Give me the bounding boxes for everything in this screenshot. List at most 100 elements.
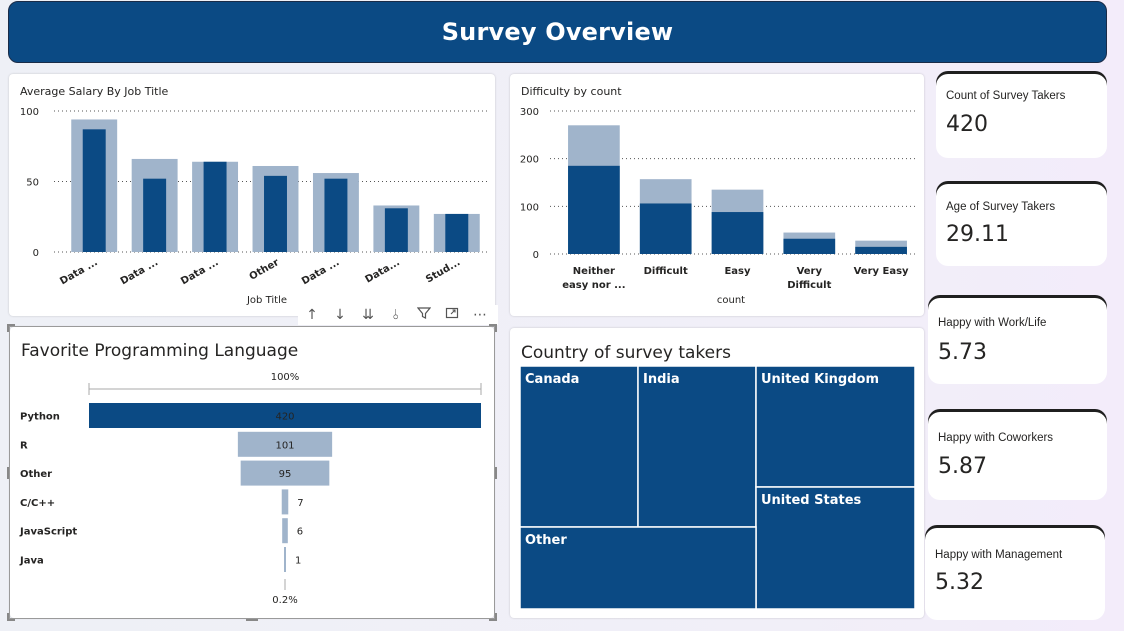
x-tick-label: Other (248, 257, 281, 283)
y-tick-label: 0 (533, 250, 539, 261)
kpi-value: 5.87 (938, 454, 987, 479)
resize-handle[interactable] (7, 467, 9, 479)
funnel-category-label: Python (20, 412, 60, 423)
bar-part (568, 165, 620, 254)
funnel-top-label: 100% (271, 372, 300, 383)
funnel-category-label: C/C++ (20, 498, 55, 509)
funnel-value-label: 95 (279, 469, 292, 480)
salary-chart-card[interactable]: Average Salary By Job Title 0 50 100 Data .… (9, 74, 495, 316)
kpi-value: 5.73 (938, 340, 987, 365)
x-tick-label: Data ... (119, 257, 160, 287)
funnel-value-label: 7 (297, 498, 303, 509)
x-tick-label: Difficult (787, 280, 831, 291)
more-options-icon[interactable]: ⋯ (466, 307, 494, 323)
y-tick-label: 0 (33, 248, 39, 259)
x-tick-label: easy nor ... (562, 280, 625, 291)
y-tick-label: 50 (26, 178, 39, 189)
funnel-bar (284, 547, 286, 572)
country-treemap-card[interactable]: Country of survey takers Canada India Unit… (510, 328, 924, 618)
resize-handle[interactable] (495, 613, 497, 621)
x-axis-title: Job Title (246, 295, 287, 306)
double-arrow-down-icon[interactable]: ⇊ (354, 307, 382, 323)
arrow-up-icon[interactable]: ↑ (298, 307, 326, 323)
treemap-cell (519, 365, 639, 528)
funnel-value-label: 6 (297, 527, 303, 538)
bar-inner (324, 178, 348, 252)
x-tick-label: Difficult (644, 266, 688, 277)
bar-inner (384, 208, 408, 252)
resize-handle[interactable] (7, 324, 15, 326)
kpi-happy-work-life: Happy with Work/Life 5.73 (928, 298, 1107, 384)
dashboard-title: Survey Overview (441, 18, 674, 46)
kpi-value: 5.32 (935, 570, 984, 595)
x-tick-label: Data... (363, 257, 401, 286)
kpi-label: Happy with Work/Life (938, 317, 1047, 329)
bar-part (855, 246, 907, 254)
funnel-category-label: R (20, 440, 28, 451)
dashboard-header: Survey Overview (8, 1, 1107, 63)
funnel-value-label: 101 (275, 440, 294, 451)
visual-header-toolbar: ↑ ↓ ⇊ ⫰ ⋯ (298, 305, 498, 325)
bar-inner (143, 178, 167, 252)
x-tick-label: Easy (724, 266, 751, 277)
x-axis-title: count (717, 295, 745, 306)
bar-inner (445, 213, 469, 252)
resize-handle[interactable] (489, 619, 497, 621)
funnel-category-label: JavaScript (19, 527, 77, 538)
treemap-cell (637, 365, 757, 528)
funnel-bottom-label: 0.2% (272, 595, 297, 606)
x-tick-label: Data ... (179, 257, 220, 287)
resize-handle[interactable] (7, 324, 9, 332)
salary-chart: 0 50 100 Data ... Data ... Data ... Other Data … (20, 107, 487, 306)
resize-handle[interactable] (495, 324, 497, 332)
language-funnel-chart: 100% Python 420 R 101 Other 95 C/C++ 7 JavaScript… (19, 372, 482, 606)
funnel-category-label: Other (20, 469, 52, 480)
hierarchy-icon[interactable]: ⫰ (382, 307, 410, 323)
y-tick-label: 100 (520, 202, 539, 213)
funnel-bar (282, 518, 288, 544)
funnel-value-label: 1 (295, 556, 301, 567)
bar-inner (203, 161, 227, 252)
kpi-age-survey-takers: Age of Survey Takers 29.11 (936, 184, 1107, 266)
funnel-category-label: Java (19, 556, 44, 567)
y-tick-label: 300 (520, 107, 539, 118)
resize-handle[interactable] (7, 619, 15, 621)
kpi-label: Happy with Coworkers (938, 432, 1054, 444)
x-tick-label: Data ... (300, 257, 341, 287)
treemap-cell-label: Canada (525, 372, 579, 387)
treemap-cell-label: India (643, 372, 680, 387)
bar-part (711, 212, 764, 254)
funnel-bar (281, 489, 289, 515)
difficulty-chart: 0 100 200 300 Neither easy nor ... Difficult Ea… (520, 107, 915, 306)
bar-inner (82, 129, 106, 252)
bar-part (639, 203, 692, 254)
treemap-cell-label: Other (525, 533, 567, 548)
kpi-label: Count of Survey Takers (946, 90, 1066, 102)
x-tick-label: Very Easy (854, 266, 909, 277)
x-tick-label: Neither (573, 266, 615, 277)
bar-part (783, 238, 836, 254)
bar-inner (264, 175, 287, 252)
treemap-cell-label: United Kingdom (761, 372, 879, 387)
treemap-cell-label: United States (761, 493, 862, 508)
x-tick-label: Stud... (424, 257, 462, 285)
kpi-value: 420 (946, 112, 988, 137)
focus-mode-icon[interactable] (438, 306, 466, 324)
resize-handle[interactable] (495, 467, 497, 479)
kpi-happy-management: Happy with Management 5.32 (925, 528, 1105, 620)
difficulty-chart-card[interactable]: Difficulty by count 0 100 200 300 Neither eas… (510, 74, 924, 316)
resize-handle[interactable] (246, 619, 258, 621)
kpi-label: Happy with Management (935, 549, 1063, 561)
kpi-happy-coworkers: Happy with Coworkers 5.87 (928, 412, 1107, 500)
kpi-label: Age of Survey Takers (946, 201, 1056, 213)
filter-icon[interactable] (410, 306, 438, 324)
kpi-count-survey-takers: Count of Survey Takers 420 (936, 74, 1107, 158)
x-tick-label: Data ... (58, 257, 99, 287)
language-funnel-card[interactable]: Favorite Programming Language 100% Python… (10, 327, 494, 618)
country-treemap-chart: Canada India United Kingdom United States Ot… (519, 365, 916, 610)
x-tick-label: Very (797, 266, 823, 277)
arrow-down-icon[interactable]: ↓ (326, 307, 354, 323)
resize-handle[interactable] (7, 613, 9, 621)
funnel-value-label: 420 (275, 412, 294, 423)
kpi-value: 29.11 (946, 222, 1009, 247)
